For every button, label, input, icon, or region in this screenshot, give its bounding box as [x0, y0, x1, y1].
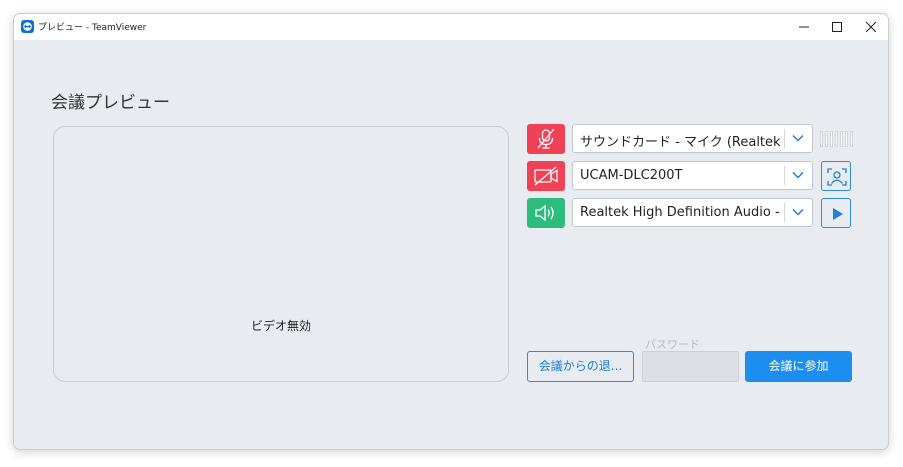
mic-level-meter: [820, 131, 854, 147]
face-focus-icon: [827, 168, 847, 186]
level-segment: [820, 131, 823, 147]
select-divider: [784, 129, 785, 148]
join-meeting-button[interactable]: 会議に参加: [745, 351, 852, 382]
microphone-toggle-button[interactable]: [527, 124, 565, 154]
level-segment: [825, 131, 828, 147]
close-icon: [866, 22, 876, 32]
speaker-select-value: Realtek High Definition Audio - ...: [580, 205, 780, 220]
play-icon: [833, 208, 843, 220]
minimize-icon: [799, 26, 809, 28]
play-test-sound-button[interactable]: [821, 198, 851, 228]
level-segment: [835, 131, 838, 147]
maximize-icon: [832, 22, 842, 32]
level-segment: [850, 131, 853, 147]
chevron-down-icon[interactable]: [791, 170, 805, 180]
microphone-off-icon: [537, 128, 555, 149]
speaker-toggle-button[interactable]: [527, 198, 565, 228]
camera-toggle-button[interactable]: [527, 161, 565, 191]
camera-settings-button[interactable]: [821, 161, 851, 191]
level-segment: [830, 131, 833, 147]
maximize-button[interactable]: [820, 14, 854, 40]
select-divider: [784, 166, 785, 185]
speaker-icon: [535, 204, 554, 222]
video-status-label: ビデオ無効: [250, 319, 311, 333]
level-segment: [845, 131, 848, 147]
microphone-select[interactable]: サウンドカード - マイク (Realtek Hi...: [572, 124, 813, 153]
camera-off-icon: [534, 166, 558, 186]
window-title: プレビュー - TeamViewer: [38, 23, 147, 33]
level-segment: [840, 131, 843, 147]
select-divider: [784, 203, 785, 222]
microphone-select-value: サウンドカード - マイク (Realtek Hi...: [580, 135, 780, 150]
speaker-select[interactable]: Realtek High Definition Audio - ...: [572, 198, 813, 227]
chevron-down-icon[interactable]: [791, 207, 805, 217]
preview-window: プレビュー - TeamViewer 会議プレビュー ビデオ無効 サウンドカード…: [13, 13, 889, 450]
chevron-down-icon[interactable]: [791, 133, 805, 143]
password-input[interactable]: [642, 351, 739, 382]
close-button[interactable]: [854, 14, 888, 40]
title-bar[interactable]: プレビュー - TeamViewer: [14, 14, 888, 40]
camera-select[interactable]: UCAM-DLC200T: [572, 161, 813, 190]
page-title: 会議プレビュー: [51, 93, 170, 113]
camera-select-value: UCAM-DLC200T: [580, 168, 683, 183]
password-label: パスワード: [645, 338, 700, 351]
leave-meeting-button[interactable]: 会議からの退...: [527, 351, 634, 382]
teamviewer-logo-icon: [21, 20, 34, 33]
minimize-button[interactable]: [787, 14, 821, 40]
video-preview: ビデオ無効: [53, 126, 509, 382]
